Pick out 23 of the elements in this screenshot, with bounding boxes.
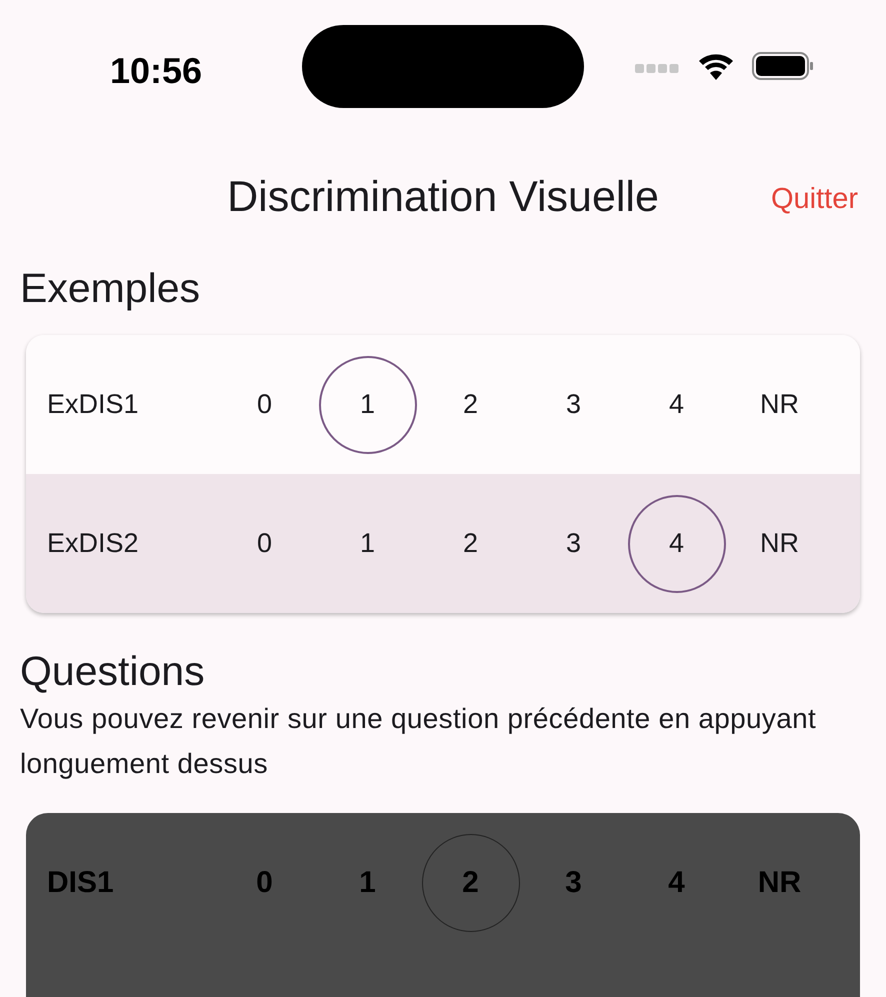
answer-option[interactable]: 3 xyxy=(524,494,622,593)
answer-option[interactable]: 2 xyxy=(422,356,520,454)
section-heading: Questions xyxy=(20,647,206,696)
answer-option[interactable]: NR xyxy=(730,356,828,454)
answer-option[interactable]: 2 xyxy=(422,494,520,593)
row-label: ExDIS1 xyxy=(46,388,140,422)
answer-option[interactable]: 1 xyxy=(318,356,416,454)
status-time: 10:56 xyxy=(110,49,202,93)
answer-option[interactable]: 4 xyxy=(628,356,726,454)
battery-icon xyxy=(752,52,814,80)
answer-option[interactable]: 0 xyxy=(216,494,314,593)
answer-option[interactable]: 0 xyxy=(216,356,314,454)
page-title: Discrimination Visuelle xyxy=(227,172,659,223)
signal-icon xyxy=(635,63,680,75)
answer-option[interactable]: 1 xyxy=(318,494,416,593)
section-heading: Exemples xyxy=(20,264,202,313)
quit-button[interactable]: Quitter xyxy=(770,178,858,222)
row-label: DIS1 xyxy=(46,865,115,902)
answer-option[interactable]: NR xyxy=(730,494,828,593)
answer-option[interactable]: 3 xyxy=(524,356,622,454)
row-label: ExDIS2 xyxy=(46,527,140,560)
hint-text: Vous pouvez revenir sur une question précédente en appuyant longuement dessus xyxy=(20,702,818,782)
answer-option[interactable]: 4 xyxy=(628,494,726,593)
